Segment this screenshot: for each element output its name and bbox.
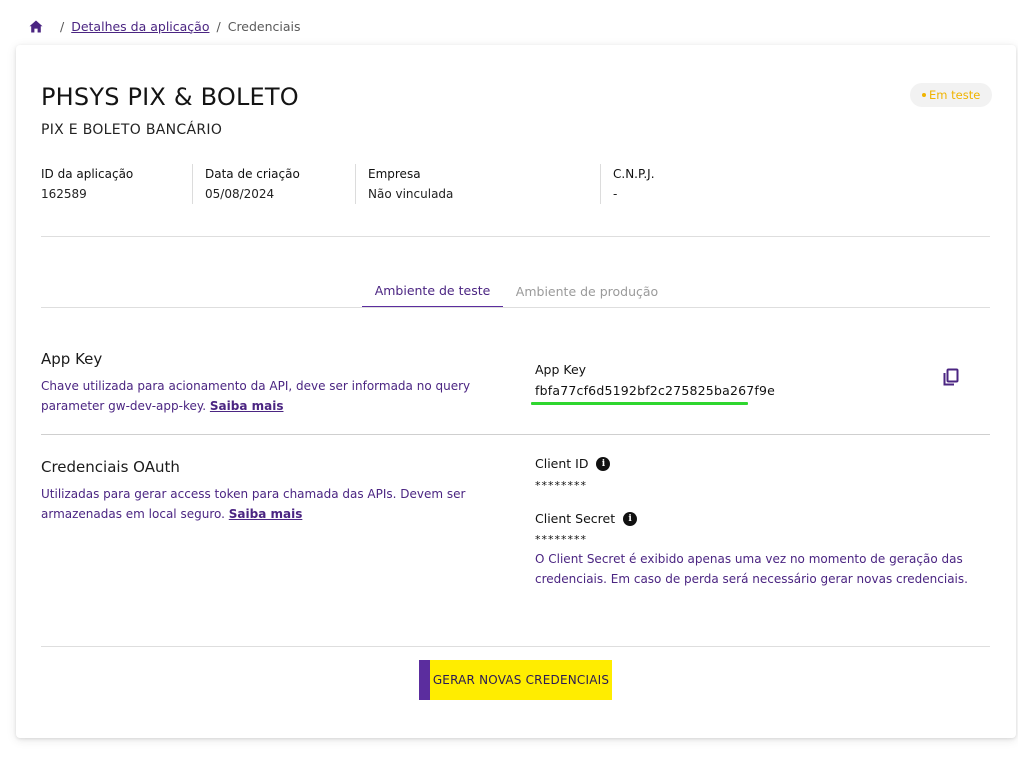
app-key-description: Chave utilizada para acionamento da API,… (41, 376, 471, 416)
environment-tabs: Ambiente de teste Ambiente de produção (362, 274, 671, 308)
info-label: ID da aplicação (41, 167, 134, 181)
breadcrumb-separator: / (60, 18, 65, 34)
info-value: Não vinculada (368, 187, 454, 201)
oauth-description: Utilizadas para gerar access token para … (41, 484, 471, 524)
app-key-field-label: App Key (535, 362, 587, 377)
divider (41, 236, 990, 237)
footer-divider (41, 646, 990, 647)
info-cell-company: Empresa Não vinculada (355, 164, 600, 204)
status-dot-icon (922, 93, 926, 97)
status-label: Em teste (929, 88, 981, 102)
client-id-value: ******** (535, 479, 587, 492)
info-value: - (613, 187, 618, 201)
oauth-learn-more-link[interactable]: Saiba mais (229, 507, 303, 521)
copy-icon[interactable] (942, 368, 960, 386)
client-id-label-text: Client ID (535, 456, 589, 471)
tabs-divider (41, 307, 990, 308)
info-label: C.N.P.J. (613, 167, 655, 181)
breadcrumb-separator: / (216, 18, 221, 34)
tab-test-environment[interactable]: Ambiente de teste (362, 274, 503, 308)
app-key-learn-more-link[interactable]: Saiba mais (210, 399, 284, 413)
home-icon[interactable] (29, 19, 43, 33)
client-secret-note: O Client Secret é exibido apenas uma vez… (535, 552, 968, 586)
tab-production-environment[interactable]: Ambiente de produção (503, 274, 671, 308)
page-subtitle: PIX E BOLETO BANCÁRIO (41, 122, 223, 138)
app-key-value: fbfa77cf6d5192bf2c275825ba267f9e (535, 383, 776, 398)
page-title: PHSYS PIX & BOLETO (41, 83, 299, 111)
info-icon[interactable]: i (623, 511, 638, 526)
client-secret-value: ******** (535, 533, 587, 546)
breadcrumb-link-app-details[interactable]: Detalhes da aplicação (71, 19, 209, 34)
app-key-title: App Key (41, 350, 103, 368)
info-cell-date: Data de criação 05/08/2024 (192, 164, 355, 204)
app-key-highlight (531, 402, 748, 405)
app-info-row: ID da aplicação 162589 Data de criação 0… (41, 164, 800, 204)
client-secret-label-text: Client Secret (535, 511, 616, 526)
info-icon[interactable]: i (596, 456, 611, 471)
status-badge: Em teste (910, 83, 993, 107)
info-cell-cnpj: C.N.P.J. - (600, 164, 800, 204)
info-value: 05/08/2024 (205, 187, 275, 201)
generate-credentials-button[interactable]: GERAR NOVAS CREDENCIAIS (419, 660, 612, 700)
breadcrumb-current: Credenciais (227, 18, 301, 34)
info-label: Empresa (368, 167, 421, 181)
oauth-title: Credenciais OAuth (41, 458, 180, 476)
info-cell-id: ID da aplicação 162589 (41, 164, 192, 204)
info-label: Data de criação (205, 167, 300, 181)
credentials-card: PHSYS PIX & BOLETO PIX E BOLETO BANCÁRIO… (16, 45, 1016, 738)
info-value: 162589 (41, 187, 87, 201)
section-divider (41, 434, 990, 435)
breadcrumb: / Detalhes da aplicação / Credenciais (29, 17, 301, 35)
client-secret-label: Client Secret i (535, 511, 638, 526)
client-id-label: Client ID i (535, 456, 611, 471)
